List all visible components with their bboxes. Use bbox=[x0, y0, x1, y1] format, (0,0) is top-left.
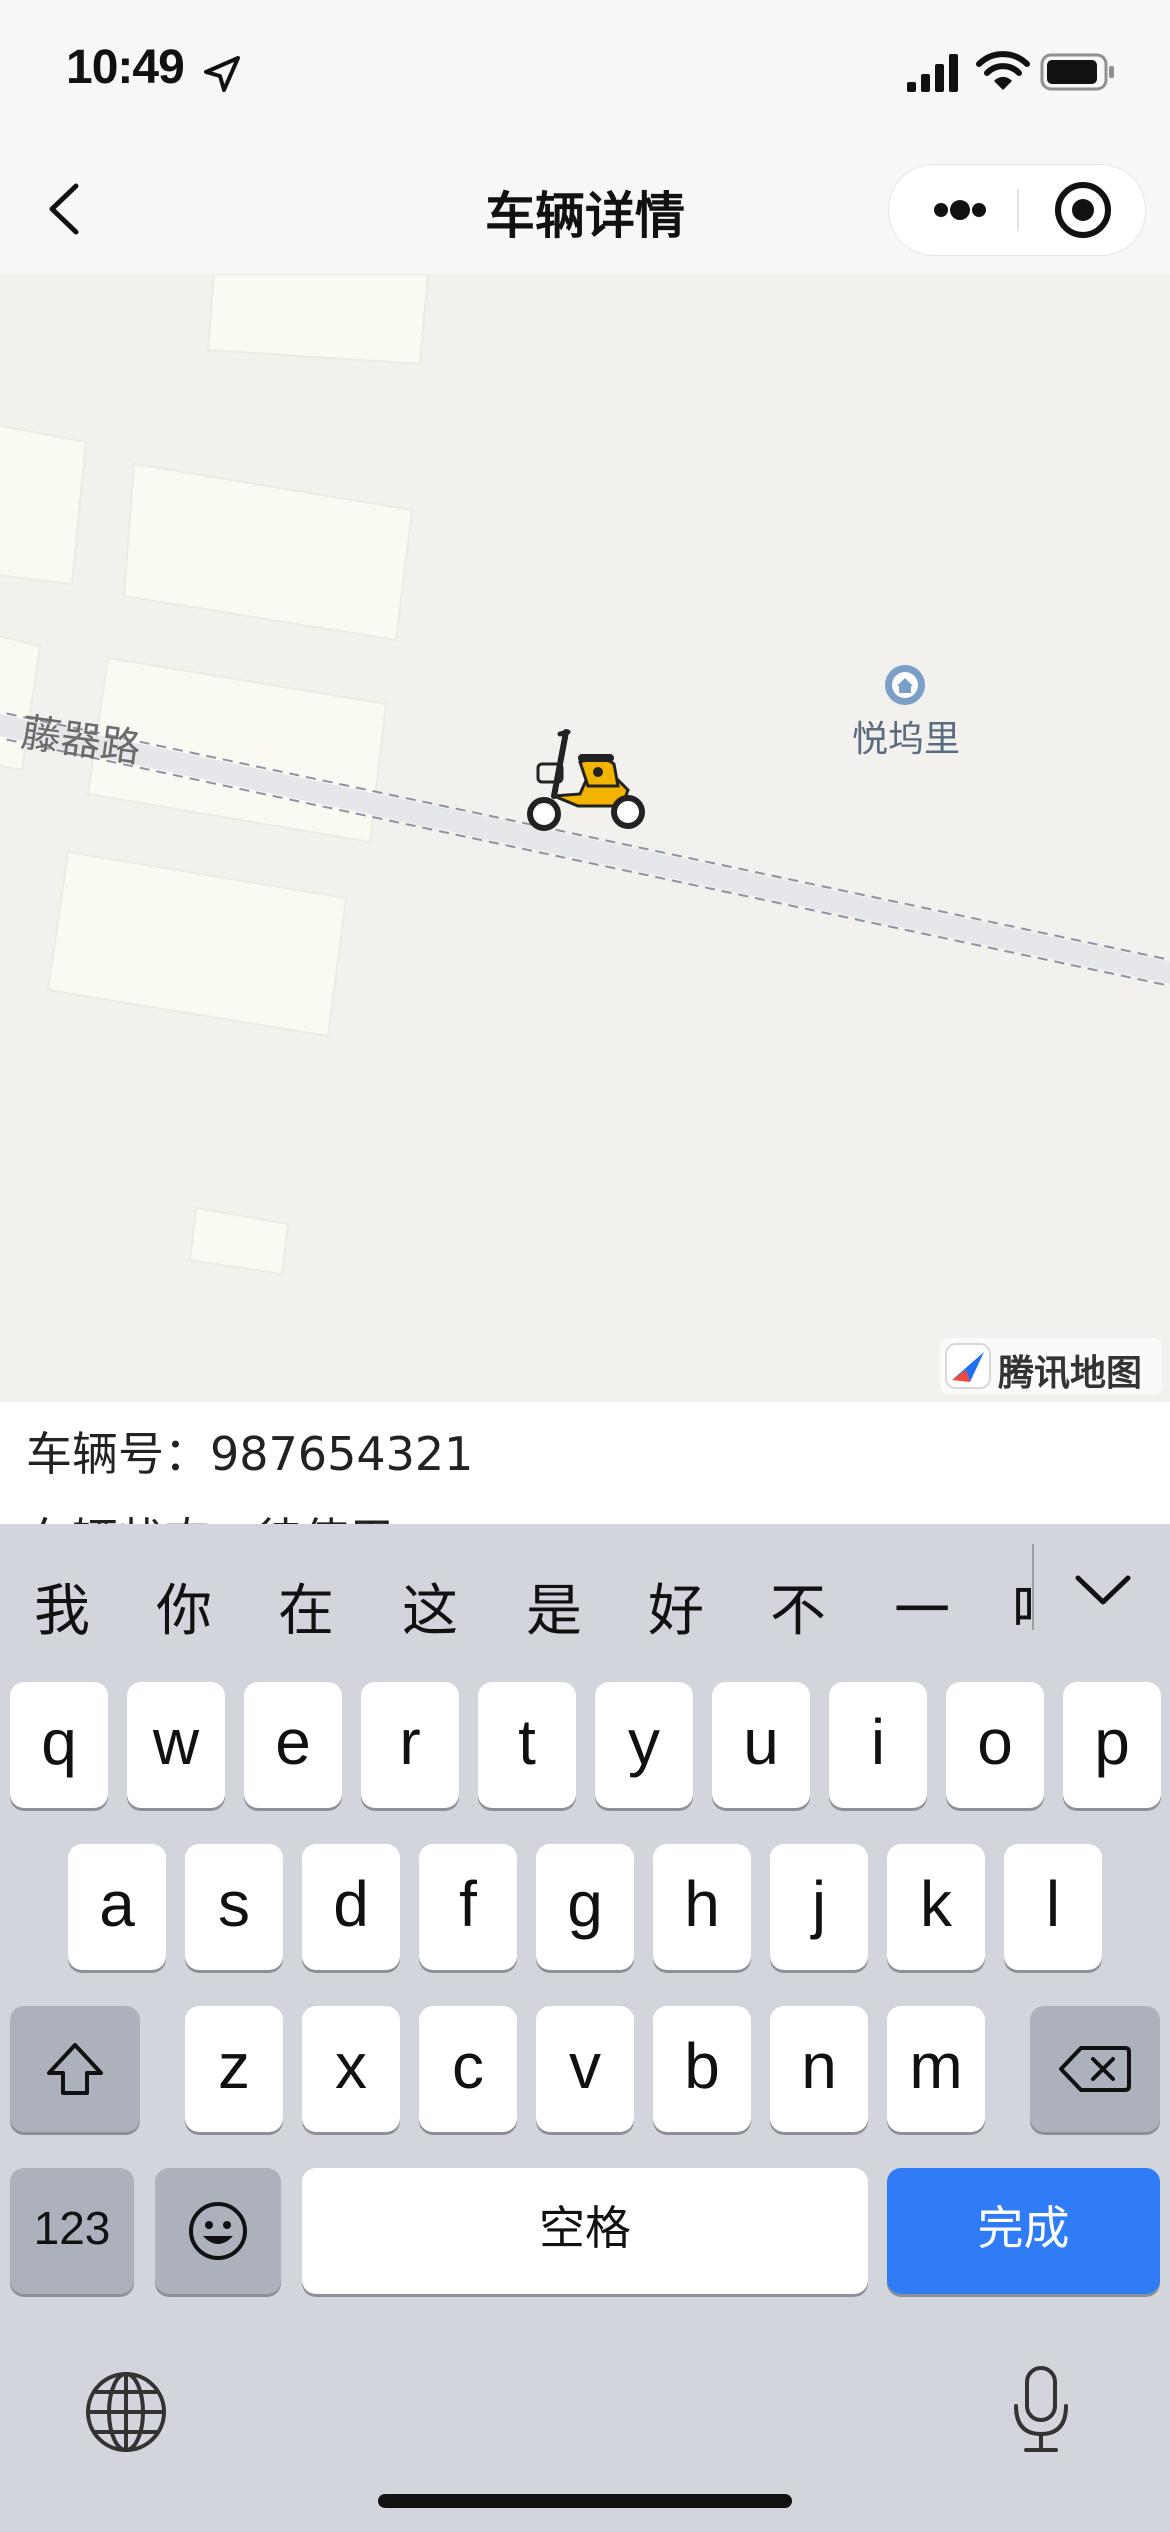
numbers-key[interactable]: 123 bbox=[10, 2168, 134, 2294]
location-arrow-icon bbox=[204, 56, 240, 92]
key-f[interactable]: f bbox=[419, 1844, 517, 1970]
vehicle-status-label: 车辆状态 bbox=[26, 1513, 256, 1524]
candidate-item[interactable]: 一 bbox=[894, 1566, 950, 1647]
key-k[interactable]: k bbox=[887, 1844, 985, 1970]
candidate-item[interactable]: 不 bbox=[770, 1566, 826, 1647]
key-n[interactable]: n bbox=[770, 2006, 868, 2132]
vehicle-status-row: 车辆状态待使用 bbox=[26, 1504, 394, 1524]
backspace-icon bbox=[1059, 2046, 1131, 2092]
map-provider-logo: 腾讯地图 bbox=[940, 1338, 1162, 1394]
key-w[interactable]: w bbox=[127, 1682, 225, 1808]
key-e[interactable]: e bbox=[244, 1682, 342, 1808]
key-q[interactable]: q bbox=[10, 1682, 108, 1808]
keyboard: 我 你 在 这 是 好 不 一 吗 q w e r t y u i o p a … bbox=[0, 1524, 1170, 2532]
done-button[interactable]: 完成 bbox=[887, 2168, 1160, 2294]
key-j[interactable]: j bbox=[770, 1844, 868, 1970]
map-base-layer bbox=[0, 274, 1170, 1276]
vehicle-number-value: 987654321 bbox=[210, 1427, 474, 1481]
vehicle-status-value: 待使用 bbox=[256, 1513, 394, 1524]
candidate-item[interactable]: 在 bbox=[278, 1566, 334, 1647]
key-v[interactable]: v bbox=[536, 2006, 634, 2132]
candidate-item[interactable]: 我 bbox=[34, 1566, 90, 1647]
mini-program-capsule bbox=[888, 164, 1146, 256]
battery-icon bbox=[1040, 53, 1114, 91]
map-building bbox=[122, 462, 414, 642]
key-x[interactable]: x bbox=[302, 2006, 400, 2132]
key-t[interactable]: t bbox=[478, 1682, 576, 1808]
map-building bbox=[46, 850, 348, 1038]
emoji-icon bbox=[189, 2202, 247, 2260]
candidate-bar: 我 你 在 这 是 好 不 一 吗 bbox=[0, 1524, 1170, 1678]
scooter-marker-icon[interactable] bbox=[518, 724, 648, 834]
key-u[interactable]: u bbox=[712, 1682, 810, 1808]
tencent-map-icon bbox=[945, 1343, 991, 1389]
map-building bbox=[206, 274, 430, 366]
map-building bbox=[0, 424, 88, 586]
key-s[interactable]: s bbox=[185, 1844, 283, 1970]
key-h[interactable]: h bbox=[653, 1844, 751, 1970]
key-i[interactable]: i bbox=[829, 1682, 927, 1808]
shift-key[interactable] bbox=[10, 2006, 140, 2132]
globe-icon[interactable] bbox=[84, 2370, 168, 2454]
vehicle-number-row: 车辆号987654321 bbox=[26, 1418, 473, 1484]
capsule-divider bbox=[1017, 189, 1019, 231]
more-icon[interactable] bbox=[913, 165, 1005, 255]
key-a[interactable]: a bbox=[68, 1844, 166, 1970]
home-indicator bbox=[378, 2494, 792, 2508]
key-p[interactable]: p bbox=[1063, 1682, 1161, 1808]
poi-label[interactable]: 悦坞里 bbox=[852, 710, 960, 762]
map-building bbox=[188, 1206, 290, 1276]
key-g[interactable]: g bbox=[536, 1844, 634, 1970]
key-c[interactable]: c bbox=[419, 2006, 517, 2132]
vehicle-info-panel: 车辆号987654321 车辆状态待使用 bbox=[0, 1402, 1170, 1524]
poi-home-icon[interactable] bbox=[884, 664, 926, 706]
emoji-key[interactable] bbox=[155, 2168, 281, 2294]
status-bar: 10:49 bbox=[0, 0, 1170, 140]
key-o[interactable]: o bbox=[946, 1682, 1044, 1808]
vehicle-number-label: 车辆号 bbox=[26, 1427, 210, 1481]
candidate-item[interactable]: 吗 bbox=[1012, 1566, 1032, 1647]
candidate-item[interactable]: 你 bbox=[156, 1566, 212, 1647]
key-d[interactable]: d bbox=[302, 1844, 400, 1970]
map-provider-name: 腾讯地图 bbox=[998, 1353, 1143, 1394]
microphone-icon[interactable] bbox=[1008, 2364, 1074, 2456]
cellular-signal-icon bbox=[907, 54, 958, 92]
key-z[interactable]: z bbox=[185, 2006, 283, 2132]
map-view[interactable]: 藤器路 悦坞里 腾讯地图 bbox=[0, 274, 1170, 1402]
candidate-item[interactable]: 这 bbox=[402, 1566, 458, 1647]
candidate-divider bbox=[1032, 1544, 1034, 1630]
key-b[interactable]: b bbox=[653, 2006, 751, 2132]
space-key[interactable]: 空格 bbox=[302, 2168, 868, 2294]
navigation-bar: 车辆详情 bbox=[0, 140, 1170, 274]
shift-icon bbox=[47, 2043, 103, 2095]
candidate-item[interactable]: 是 bbox=[526, 1566, 582, 1647]
key-r[interactable]: r bbox=[361, 1682, 459, 1808]
key-m[interactable]: m bbox=[887, 2006, 985, 2132]
key-y[interactable]: y bbox=[595, 1682, 693, 1808]
backspace-key[interactable] bbox=[1030, 2006, 1160, 2132]
key-l[interactable]: l bbox=[1004, 1844, 1102, 1970]
wifi-icon bbox=[976, 51, 1030, 90]
status-time: 10:49 bbox=[66, 41, 185, 94]
candidate-item[interactable]: 好 bbox=[648, 1566, 704, 1647]
close-target-icon[interactable] bbox=[1037, 165, 1129, 255]
chevron-down-icon[interactable] bbox=[1070, 1564, 1136, 1614]
